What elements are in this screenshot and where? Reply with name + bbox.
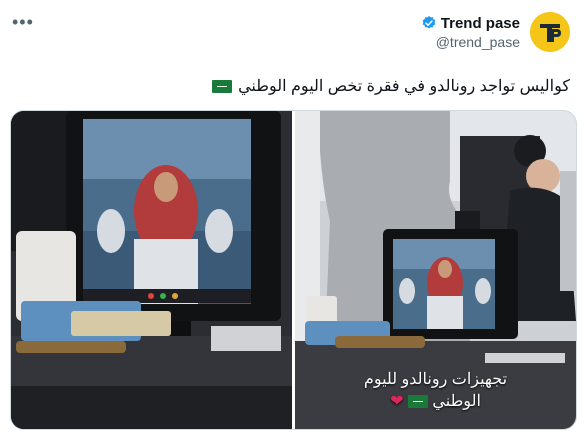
media-photo-right[interactable]: تجهيزات رونالدو لليوم الوطني ❤ bbox=[295, 111, 576, 429]
avatar[interactable] bbox=[530, 12, 570, 52]
author-names: Trend pase @trend_pase bbox=[421, 15, 520, 50]
caption-line1: تجهيزات رونالدو لليوم bbox=[363, 371, 508, 388]
tweet-text-content: كواليس تواجد رونالدو في فقرة تخص اليوم ا… bbox=[238, 78, 570, 95]
tweet-header: Trend pase @trend_pase bbox=[421, 12, 570, 52]
media-photo-left[interactable] bbox=[11, 111, 292, 429]
monitor-closeup-image bbox=[11, 111, 292, 429]
name-row: Trend pase bbox=[421, 15, 520, 32]
media-caption: تجهيزات رونالدو لليوم الوطني ❤ bbox=[295, 369, 576, 413]
verified-badge-icon bbox=[422, 16, 436, 29]
caption-line2: الوطني bbox=[432, 393, 481, 410]
tweet-media[interactable]: تجهيزات رونالدو لليوم الوطني ❤ bbox=[10, 110, 577, 430]
saudi-flag-icon bbox=[407, 395, 428, 409]
trend-pase-logo-icon bbox=[530, 12, 570, 52]
display-name[interactable]: Trend pase bbox=[441, 15, 520, 32]
tweet-text: كواليس تواجد رونالدو في فقرة تخص اليوم ا… bbox=[212, 76, 570, 96]
more-options-icon[interactable]: ••• bbox=[12, 12, 34, 33]
user-handle[interactable]: @trend_pase bbox=[421, 34, 520, 50]
saudi-flag-icon bbox=[212, 79, 233, 93]
red-heart-icon: ❤ bbox=[390, 393, 404, 410]
